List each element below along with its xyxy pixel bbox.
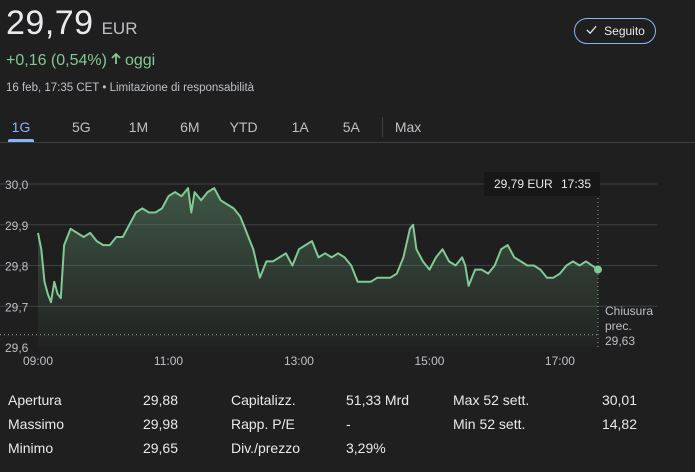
last-price-dot [594, 265, 602, 274]
quote-meta: 16 feb, 17:35 CET • Limitazione di respo… [6, 82, 254, 94]
y-tick-label: 30,0 [5, 178, 29, 192]
tab-ytd[interactable]: YTD [218, 112, 270, 142]
stat-value-high: 29,98 [142, 416, 178, 432]
tab-6m[interactable]: 6M [168, 112, 211, 142]
y-tick-label: 29,6 [5, 341, 29, 355]
arrow-up-icon [110, 52, 122, 70]
stat-label-52w-low: Min 52 sett. [453, 416, 526, 432]
currency-label: EUR [101, 19, 138, 38]
x-tick-label: 15:00 [414, 354, 444, 368]
y-tick-label: 29,8 [5, 260, 29, 274]
stats-row: Apertura 29,88 Capitalizz. 51,33 Mrd Max… [0, 392, 695, 416]
y-tick-label: 29,7 [5, 300, 29, 314]
tab-1m[interactable]: 1M [117, 112, 160, 142]
stat-value-low: 29,65 [142, 440, 178, 456]
price-change-row: +0,16 (0,54%) oggi [6, 52, 155, 70]
y-tick-label: 29,9 [5, 219, 29, 233]
price-chart[interactable]: 29,6 29,7 29,8 29,9 30,0 29,79 EUR 17:35 Chiusu… [0, 150, 695, 372]
x-tick-label: 17:00 [545, 354, 575, 368]
tab-5g[interactable]: 5G [60, 112, 103, 142]
stat-value-open: 29,88 [142, 392, 178, 408]
tab-5a[interactable]: 5A [331, 112, 372, 142]
tooltip-value: 29,79 EUR [494, 177, 553, 191]
meta-separator: • [102, 82, 107, 94]
price-change: +0,16 (0,54%) [6, 52, 107, 69]
current-price: 29,79 [6, 4, 94, 42]
price-header: 29,79 EUR [6, 4, 138, 43]
change-period: oggi [124, 52, 156, 69]
stat-value-52w-low: 14,82 [601, 416, 637, 432]
stat-label-high: Massimo [8, 416, 65, 432]
stat-label-open: Apertura [8, 392, 62, 408]
stat-value-pe-ratio: - [346, 416, 351, 432]
x-tick-label: 13:00 [284, 354, 314, 368]
price-area [38, 188, 598, 347]
quote-timestamp: 16 feb, 17:35 CET [6, 82, 100, 94]
range-tabs: 1G 5G 1M 6M YTD 1A 5A Max [0, 112, 433, 142]
stat-value-market-cap: 51,33 Mrd [346, 392, 410, 408]
previous-close-label: Chiusura [605, 304, 653, 318]
stat-label-pe-ratio: Rapp. P/E [231, 416, 295, 432]
stat-label-52w-high: Max 52 sett. [453, 392, 530, 408]
tab-1g[interactable]: 1G [2, 112, 40, 142]
disclaimer-link[interactable]: Limitazione di responsabilità [110, 82, 254, 94]
previous-close-label: prec. [605, 319, 632, 333]
tabs-underline [0, 142, 695, 143]
stat-label-market-cap: Capitalizz. [231, 392, 296, 408]
stat-label-dividend-yield: Div./prezzo [231, 440, 300, 456]
tab-max[interactable]: Max [383, 112, 433, 142]
stat-label-low: Minimo [8, 440, 54, 456]
tooltip-time: 17:35 [561, 177, 591, 191]
x-tick-label: 11:00 [154, 354, 183, 368]
follow-button-label: Seguito [604, 24, 645, 38]
previous-close-label: 29,63 [605, 334, 635, 348]
follow-button[interactable]: Seguito [574, 18, 656, 44]
tab-1a[interactable]: 1A [280, 112, 321, 142]
x-tick-label: 09:00 [23, 354, 53, 368]
stats-row: Minimo 29,65 Div./prezzo 3,29% [0, 440, 695, 464]
check-icon [585, 23, 598, 39]
stats-row: Massimo 29,98 Rapp. P/E - Min 52 sett. 1… [0, 416, 695, 440]
stat-value-dividend-yield: 3,29% [346, 440, 386, 456]
stat-value-52w-high: 30,01 [601, 392, 637, 408]
